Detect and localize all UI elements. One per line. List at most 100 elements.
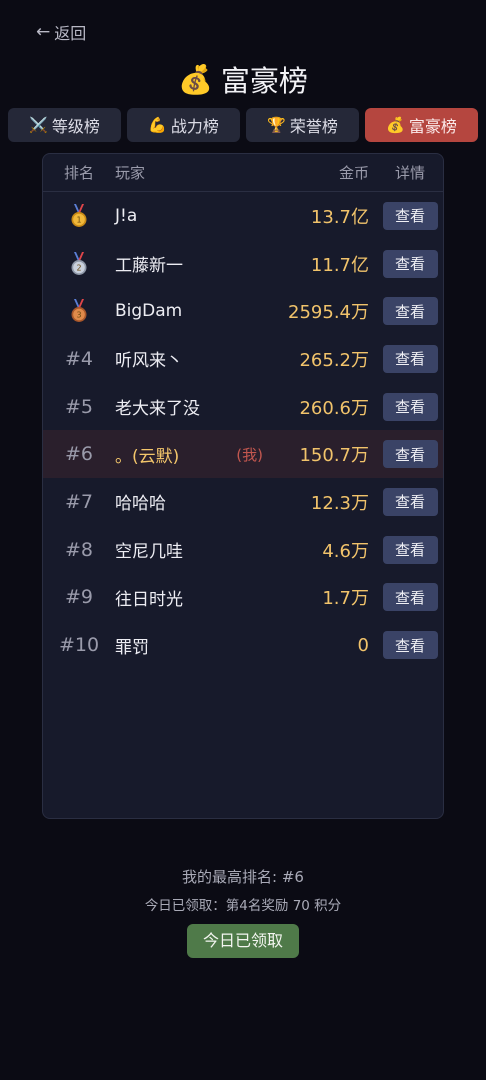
table-row: #7 哈哈哈 12.3万 查看 — [43, 478, 443, 526]
tab-power-label: 战力榜 — [170, 117, 219, 136]
player-name: BigDam — [115, 301, 183, 322]
player-cell: 罪罚 — [115, 633, 277, 658]
gold-amount: 1.7万 — [322, 588, 369, 610]
view-player-button[interactable]: 查看 — [382, 631, 438, 660]
view-player-button[interactable]: 查看 — [382, 535, 438, 564]
detail-cell: 查看 — [377, 440, 443, 469]
view-player-button[interactable]: 查看 — [382, 297, 438, 326]
silver-medal-icon: 2 — [71, 251, 87, 275]
rank-number: #7 — [64, 490, 93, 513]
rank-number: #5 — [64, 395, 93, 418]
money-bag-icon: 💰 — [386, 116, 405, 134]
table-row: #4 听风来丶 265.2万 查看 — [43, 335, 443, 383]
arrow-left-icon: ← — [36, 22, 51, 42]
table-row: #10 罪罚 0 查看 — [43, 621, 443, 669]
detail-cell: 查看 — [377, 535, 443, 564]
player-cell: 往日时光 — [115, 585, 277, 610]
tab-level[interactable]: ⚔️ 等级榜 — [8, 108, 121, 142]
detail-cell: 查看 — [377, 344, 443, 373]
player-name: 罪罚 — [115, 637, 149, 658]
detail-cell: 查看 — [377, 631, 443, 660]
back-label: 返回 — [54, 24, 87, 43]
tab-power[interactable]: 💪 战力榜 — [127, 108, 240, 142]
detail-cell: 查看 — [377, 297, 443, 326]
view-player-button[interactable]: 查看 — [382, 440, 438, 469]
bronze-medal-icon: 3 — [71, 299, 87, 323]
rank-medal: 2 — [43, 251, 115, 276]
view-player-button[interactable]: 查看 — [382, 249, 438, 278]
gold-amount: 12.3万 — [310, 492, 369, 514]
header-rank: 排名 — [63, 164, 94, 182]
svg-text:1: 1 — [76, 215, 81, 224]
table-row: #9 往日时光 1.7万 查看 — [43, 574, 443, 622]
leaderboard-table: 排名 玩家 金币 详情 1 J!a 13.7亿 查看 2 工藤新一 11.7亿 查看 3 BigD… — [42, 153, 444, 819]
tab-level-label: 等级榜 — [51, 117, 100, 136]
rank-number: #4 — [64, 347, 93, 370]
tab-rich[interactable]: 💰 富豪榜 — [365, 108, 478, 142]
gold-medal-icon: 1 — [71, 203, 87, 227]
gold-amount: 260.6万 — [299, 397, 369, 419]
table-row-me: #6 。(云默) (我) 150.7万 查看 — [43, 430, 443, 479]
crossed-swords-icon: ⚔️ — [29, 116, 48, 134]
svg-text:3: 3 — [76, 311, 81, 320]
table-header: 排名 玩家 金币 详情 — [43, 154, 443, 192]
rank-number: #6 — [64, 443, 93, 466]
claimed-reward-text: 今日已领取：第4名奖励 70 积分 — [144, 898, 342, 914]
detail-cell: 查看 — [377, 487, 443, 516]
player-cell: BigDam — [115, 301, 277, 321]
tab-honor-label: 荣誉榜 — [289, 117, 338, 136]
table-row: 1 J!a 13.7亿 查看 — [43, 192, 443, 240]
gold-amount: 0 — [357, 634, 369, 656]
money-bag-icon: 💰 — [178, 62, 213, 96]
header-player: 玩家 — [115, 164, 146, 182]
player-name: 哈哈哈 — [115, 494, 166, 515]
back-button[interactable]: ← 返回 — [36, 20, 86, 44]
tab-rich-label: 富豪榜 — [408, 117, 457, 136]
gold-amount: 4.6万 — [322, 540, 369, 562]
rank-medal: 3 — [43, 299, 115, 323]
trophy-icon: 🏆 — [267, 116, 286, 134]
header-gold: 金币 — [338, 164, 369, 182]
rich-leaderboard-page: ← 返回 💰 富豪榜 ⚔️ 等级榜 💪 战力榜 🏆 荣誉榜 💰 富豪榜 排名 玩… — [0, 0, 486, 1080]
detail-cell: 查看 — [377, 583, 443, 612]
rank-medal: 1 — [43, 203, 115, 228]
view-player-button[interactable]: 查看 — [382, 392, 438, 421]
table-row: 3 BigDam 2595.4万 查看 — [43, 287, 443, 335]
view-player-button[interactable]: 查看 — [382, 583, 438, 612]
detail-cell: 查看 — [377, 392, 443, 421]
player-name: 。(云默) — [115, 446, 180, 467]
best-rank-text: 我的最高排名: #6 — [182, 868, 304, 886]
rank-number: #9 — [64, 586, 93, 609]
tab-honor[interactable]: 🏆 荣誉榜 — [246, 108, 359, 142]
svg-text:2: 2 — [76, 263, 81, 272]
leaderboard-tabs: ⚔️ 等级榜 💪 战力榜 🏆 荣誉榜 💰 富豪榜 — [8, 108, 478, 142]
table-row: #5 老大来了没 260.6万 查看 — [43, 383, 443, 431]
reward-footer: 我的最高排名: #6 今日已领取：第4名奖励 70 积分 今日已领取 — [0, 866, 486, 958]
gold-amount: 13.7亿 — [310, 206, 369, 228]
player-name: 往日时光 — [115, 589, 183, 610]
claim-reward-button[interactable]: 今日已领取 — [186, 924, 299, 958]
player-name: 工藤新一 — [115, 256, 183, 277]
table-body: 1 J!a 13.7亿 查看 2 工藤新一 11.7亿 查看 3 BigDam 2595.4万 查看 #… — [43, 192, 443, 669]
detail-cell: 查看 — [377, 249, 443, 278]
player-name: J!a — [115, 205, 138, 226]
header-detail: 详情 — [394, 164, 425, 182]
view-player-button[interactable]: 查看 — [382, 487, 438, 516]
gold-amount: 2595.4万 — [288, 302, 369, 324]
table-row: 2 工藤新一 11.7亿 查看 — [43, 240, 443, 288]
view-player-button[interactable]: 查看 — [382, 201, 438, 230]
rank-number: #8 — [64, 538, 93, 561]
player-name: 空尼几哇 — [115, 542, 183, 563]
gold-amount: 150.7万 — [299, 445, 369, 467]
view-player-button[interactable]: 查看 — [382, 344, 438, 373]
player-cell: 老大来了没 — [115, 394, 277, 419]
detail-cell: 查看 — [377, 201, 443, 230]
player-cell: 听风来丶 — [115, 346, 277, 371]
player-cell: J!a — [115, 206, 277, 226]
player-name: 听风来丶 — [115, 351, 183, 372]
gold-amount: 11.7亿 — [310, 254, 369, 276]
player-cell: 。(云默) (我) — [115, 442, 277, 467]
gold-amount: 265.2万 — [299, 349, 369, 371]
page-title: 💰 富豪榜 — [0, 58, 486, 100]
player-cell: 空尼几哇 — [115, 537, 277, 562]
